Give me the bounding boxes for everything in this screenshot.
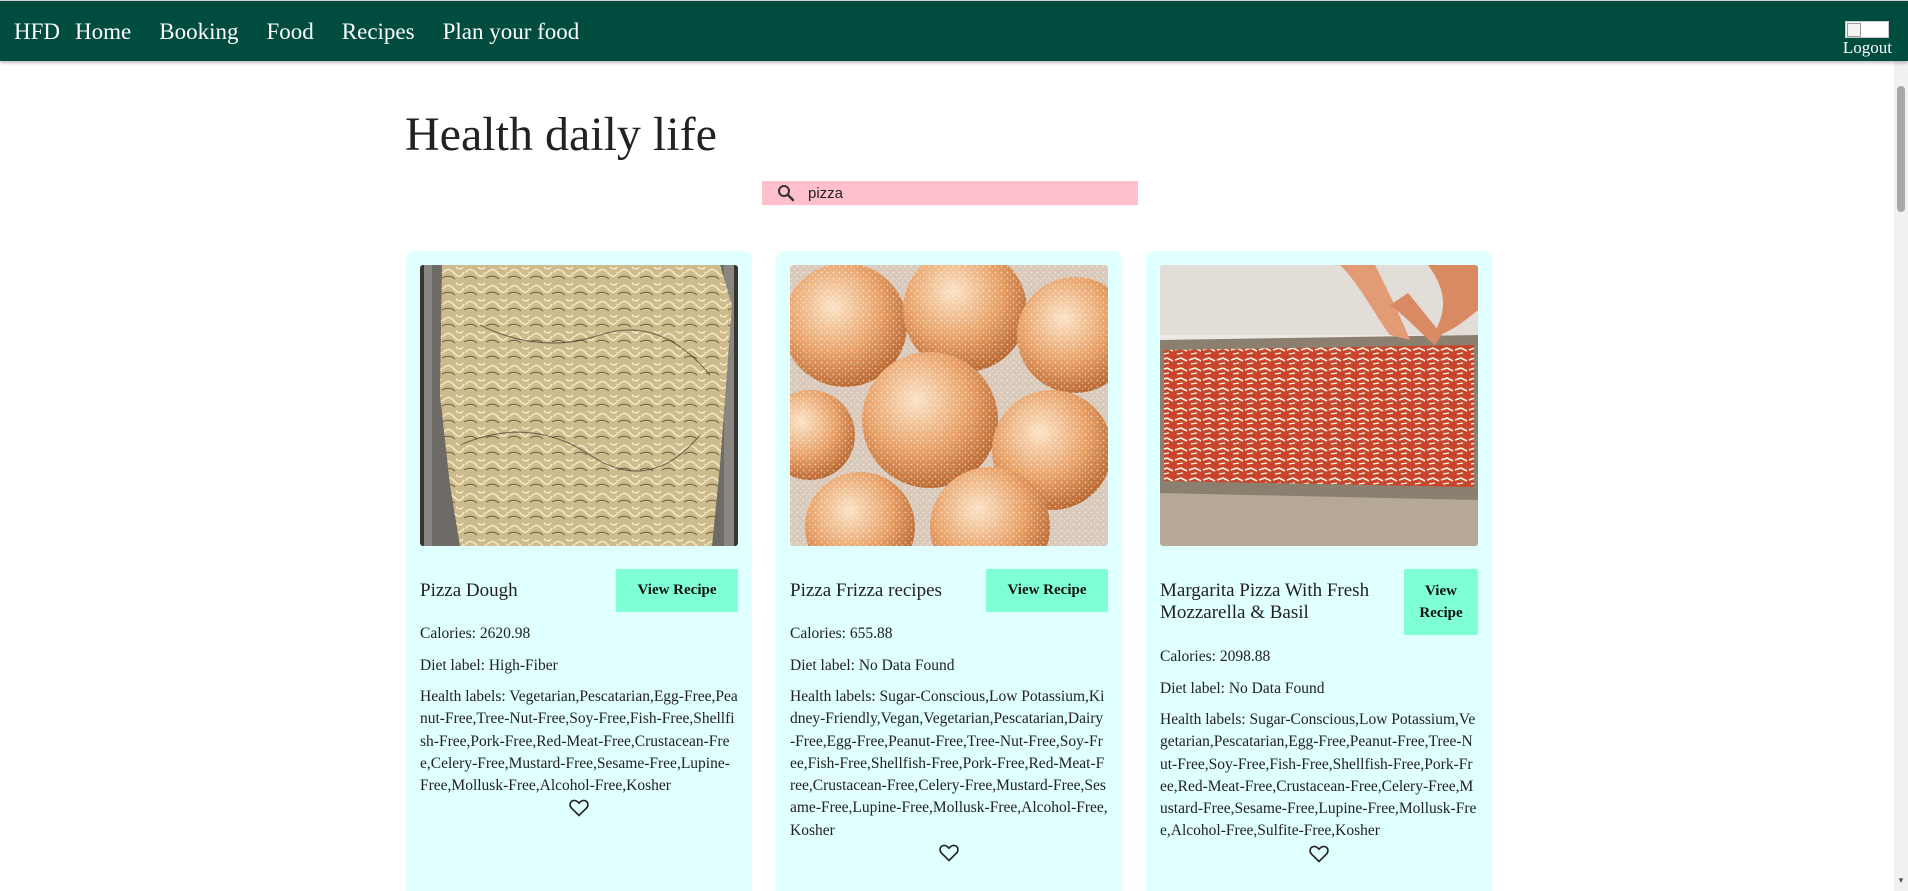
recipe-health-labels: Health labels: Sugar-Conscious,Low Potas…	[790, 688, 1108, 839]
heart-icon	[1309, 845, 1329, 863]
nav-link-home[interactable]: Home	[75, 20, 131, 43]
recipe-calories: Calories: 2620.98	[420, 625, 531, 642]
recipe-card-list: Pizza Dough View Recipe Calories: 2620.9…	[406, 251, 1492, 891]
logout-label: Logout	[1842, 38, 1892, 57]
recipe-diet-label: Diet label: No Data Found	[790, 657, 955, 674]
page-title: Health daily life	[405, 108, 717, 161]
recipe-title: Pizza Frizza recipes	[790, 579, 942, 601]
nav-link-recipes[interactable]: Recipes	[342, 20, 415, 43]
view-recipe-button[interactable]: View Recipe	[616, 569, 738, 612]
search-input[interactable]	[808, 182, 1108, 204]
recipe-title: Margarita Pizza With Fresh Mozzarella & …	[1160, 580, 1370, 623]
scrollbar-thumb[interactable]	[1897, 86, 1905, 212]
search-icon	[776, 183, 798, 203]
recipe-calories: Calories: 655.88	[790, 625, 893, 642]
recipe-card-header: Pizza Dough View Recipe	[420, 569, 738, 612]
view-recipe-button[interactable]: View Recipe	[986, 569, 1108, 612]
recipe-card: Pizza Dough View Recipe Calories: 2620.9…	[406, 251, 752, 891]
nav-link-food[interactable]: Food	[266, 20, 313, 43]
favorite-button[interactable]	[420, 799, 738, 818]
broken-image-icon	[1845, 21, 1890, 38]
page: HFD Home Booking Food Recipes Plan your …	[0, 0, 1908, 891]
recipe-image	[790, 265, 1108, 546]
recipe-health-labels: Health labels: Vegetarian,Pescatarian,Eg…	[420, 688, 738, 795]
favorite-button[interactable]	[1160, 845, 1478, 863]
search-bar[interactable]	[762, 181, 1138, 205]
brand-link[interactable]: HFD	[14, 20, 60, 43]
nav-link-booking[interactable]: Booking	[159, 20, 238, 43]
recipe-health-labels: Health labels: Sugar-Conscious,Low Potas…	[1160, 711, 1477, 840]
recipe-title: Pizza Dough	[420, 579, 518, 601]
recipe-calories: Calories: 2098.88	[1160, 648, 1271, 665]
scroll-down-arrow-icon[interactable]: ▾	[1897, 877, 1905, 886]
recipe-diet-label: Diet label: High-Fiber	[420, 657, 558, 674]
page-scrollbar[interactable]: ▾	[1894, 61, 1908, 891]
recipe-image	[420, 265, 738, 546]
nav-link-plan-your-food[interactable]: Plan your food	[443, 20, 580, 43]
heart-icon	[939, 844, 959, 862]
recipe-diet-label: Diet label: No Data Found	[1160, 680, 1325, 697]
view-recipe-button[interactable]: View Recipe	[1404, 569, 1478, 635]
logout-button[interactable]: Logout	[1843, 21, 1892, 56]
recipe-card: Pizza Frizza recipes View Recipe Calorie…	[776, 251, 1122, 891]
favorite-button[interactable]	[790, 844, 1108, 862]
heart-icon	[569, 800, 589, 818]
recipe-card-header: Margarita Pizza With Fresh Mozzarella & …	[1160, 569, 1478, 635]
recipe-image	[1160, 265, 1478, 546]
recipe-card-header: Pizza Frizza recipes View Recipe	[790, 569, 1108, 612]
recipe-card: Margarita Pizza With Fresh Mozzarella & …	[1146, 251, 1492, 891]
top-navbar: HFD Home Booking Food Recipes Plan your …	[0, 0, 1908, 61]
